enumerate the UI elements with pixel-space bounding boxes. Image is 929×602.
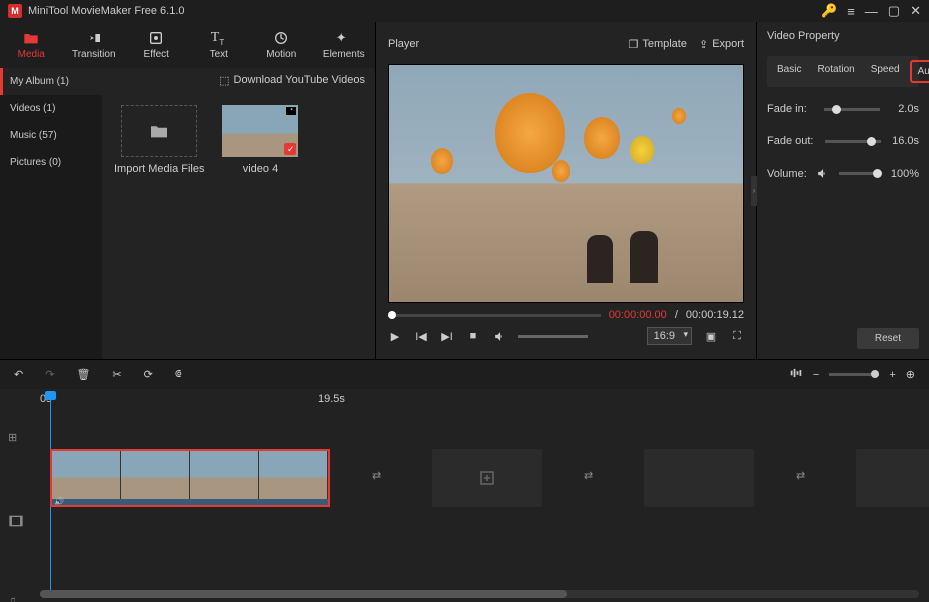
menu-icon[interactable]: ≡: [847, 4, 855, 19]
empty-clip-slot[interactable]: [432, 449, 542, 507]
split-button[interactable]: ✂: [112, 368, 121, 381]
timeline[interactable]: 0s 19.5s ⊞ ♫ ⇄ ⇄ ⇄ ⇄: [0, 389, 929, 602]
side-item-videos[interactable]: Videos (1): [0, 95, 102, 122]
close-icon[interactable]: ✕: [910, 3, 921, 19]
person-silhouette: [630, 231, 658, 283]
tab-media[interactable]: Media: [0, 22, 63, 68]
transition-slot-icon[interactable]: ⇄: [372, 469, 390, 487]
video-track-icon[interactable]: [8, 513, 24, 529]
folder-icon: [23, 30, 39, 46]
export-icon: ⇪: [699, 38, 708, 51]
volume-label: Volume:: [767, 168, 807, 180]
player-title: Player: [388, 38, 419, 50]
clip-thumbnail[interactable]: ▪: [222, 105, 298, 157]
volume-value: 100%: [891, 168, 919, 180]
overlay-track-icon[interactable]: ⊞: [8, 431, 24, 447]
export-button[interactable]: ⇪ Export: [699, 38, 744, 51]
zoom-in-button[interactable]: +: [889, 369, 895, 381]
zoom-fit-button[interactable]: ⊕: [906, 368, 915, 381]
reset-button[interactable]: Reset: [857, 328, 919, 349]
time-total: 00:00:19.12: [686, 309, 744, 321]
fullscreen-button[interactable]: ⛶: [730, 329, 744, 343]
key-icon[interactable]: 🔑: [821, 3, 837, 19]
player-panel: Player ❐ Template ⇪ Export: [376, 22, 757, 359]
fade-in-value: 2.0s: [898, 103, 919, 115]
video-badge-icon: ▪: [286, 107, 296, 115]
zoom-out-button[interactable]: −: [813, 369, 819, 381]
titlebar: M MiniTool MovieMaker Free 6.1.0 🔑 ≡ — ▢…: [0, 0, 929, 22]
undo-button[interactable]: ↶: [14, 368, 23, 381]
person-silhouette: [587, 235, 613, 283]
player-progress[interactable]: [388, 314, 601, 317]
tab-elements[interactable]: ✦ Elements: [313, 22, 376, 68]
player-volume-slider[interactable]: [518, 335, 588, 338]
property-panel: › Video Property Basic Rotation Speed Au…: [757, 22, 929, 359]
elements-icon: ✦: [336, 30, 352, 46]
video-preview[interactable]: [388, 64, 744, 303]
fade-out-slider[interactable]: [825, 140, 881, 143]
fade-out-label: Fade out:: [767, 135, 813, 147]
transition-slot-icon[interactable]: ⇄: [796, 469, 814, 487]
ruler-tick: 19.5s: [318, 393, 345, 405]
next-frame-button[interactable]: ▶I: [440, 329, 454, 343]
empty-clip-slot[interactable]: [644, 449, 754, 507]
fade-in-slider[interactable]: [824, 108, 880, 111]
download-youtube-link[interactable]: ⬚ Download YouTube Videos: [219, 74, 365, 87]
timeline-clip[interactable]: [50, 449, 330, 507]
media-clip-tile[interactable]: ▪ video 4: [222, 105, 298, 175]
app-logo-icon: M: [8, 4, 22, 18]
fade-out-value: 16.0s: [892, 135, 919, 147]
maximize-icon[interactable]: ▢: [888, 3, 900, 19]
time-current: 00:00:00.00: [609, 309, 667, 321]
timeline-scrollbar[interactable]: [40, 590, 919, 598]
import-media-tile[interactable]: Import Media Files: [114, 105, 204, 175]
prop-tab-basic[interactable]: Basic: [771, 60, 807, 83]
speaker-icon: [816, 167, 829, 180]
prop-tab-audio[interactable]: Audio: [910, 60, 929, 83]
album-header[interactable]: My Album (1): [0, 68, 102, 95]
audio-track-icon[interactable]: ♫: [8, 595, 24, 602]
effect-icon: [148, 30, 164, 46]
stop-button[interactable]: ■: [466, 329, 480, 343]
volume-slider[interactable]: [839, 172, 881, 175]
empty-clip-slot[interactable]: [856, 449, 929, 507]
prop-tab-rotation[interactable]: Rotation: [811, 60, 860, 83]
download-icon: ⬚: [219, 74, 229, 87]
timeline-toolbar: ↶ ↷ 🗑 ✂ ⟳ ⟃ − + ⊕: [0, 359, 929, 389]
app-title: MiniTool MovieMaker Free 6.1.0: [28, 5, 185, 17]
minimize-icon[interactable]: —: [865, 4, 878, 19]
folder-import-icon: [149, 123, 169, 139]
tab-transition[interactable]: Transition: [63, 22, 126, 68]
prev-frame-button[interactable]: I◀: [414, 329, 428, 343]
volume-icon[interactable]: [492, 329, 506, 343]
panel-collapse-handle[interactable]: ›: [751, 176, 757, 206]
tab-effect[interactable]: Effect: [125, 22, 188, 68]
aspect-ratio-select[interactable]: 16:9: [647, 327, 692, 345]
media-panel: Media Transition Effect TT Text Motion ✦…: [0, 22, 376, 359]
redo-button[interactable]: ↷: [45, 368, 54, 381]
text-icon: TT: [211, 30, 227, 46]
template-button[interactable]: ❐ Template: [628, 38, 687, 51]
top-tabs: Media Transition Effect TT Text Motion ✦…: [0, 22, 375, 68]
side-item-music[interactable]: Music (57): [0, 122, 102, 149]
property-title: Video Property: [767, 30, 919, 42]
play-button[interactable]: ▶: [388, 329, 402, 343]
template-icon: ❐: [628, 38, 638, 51]
side-list: My Album (1) Videos (1) Music (57) Pictu…: [0, 68, 102, 359]
fade-in-label: Fade in:: [767, 103, 807, 115]
crop-button[interactable]: ⟃: [175, 368, 182, 381]
snapshot-button[interactable]: ▣: [704, 329, 718, 343]
add-media-icon: [478, 469, 496, 487]
audio-track-icon[interactable]: [789, 366, 803, 383]
transition-slot-icon[interactable]: ⇄: [584, 469, 602, 487]
tab-text[interactable]: TT Text: [188, 22, 251, 68]
speed-button[interactable]: ⟳: [144, 368, 153, 381]
delete-button[interactable]: 🗑: [76, 368, 90, 381]
zoom-slider[interactable]: [829, 373, 879, 376]
motion-icon: [273, 30, 289, 46]
side-item-pictures[interactable]: Pictures (0): [0, 149, 102, 176]
prop-tab-speed[interactable]: Speed: [865, 60, 906, 83]
transition-icon: [86, 30, 102, 46]
tab-motion[interactable]: Motion: [250, 22, 313, 68]
